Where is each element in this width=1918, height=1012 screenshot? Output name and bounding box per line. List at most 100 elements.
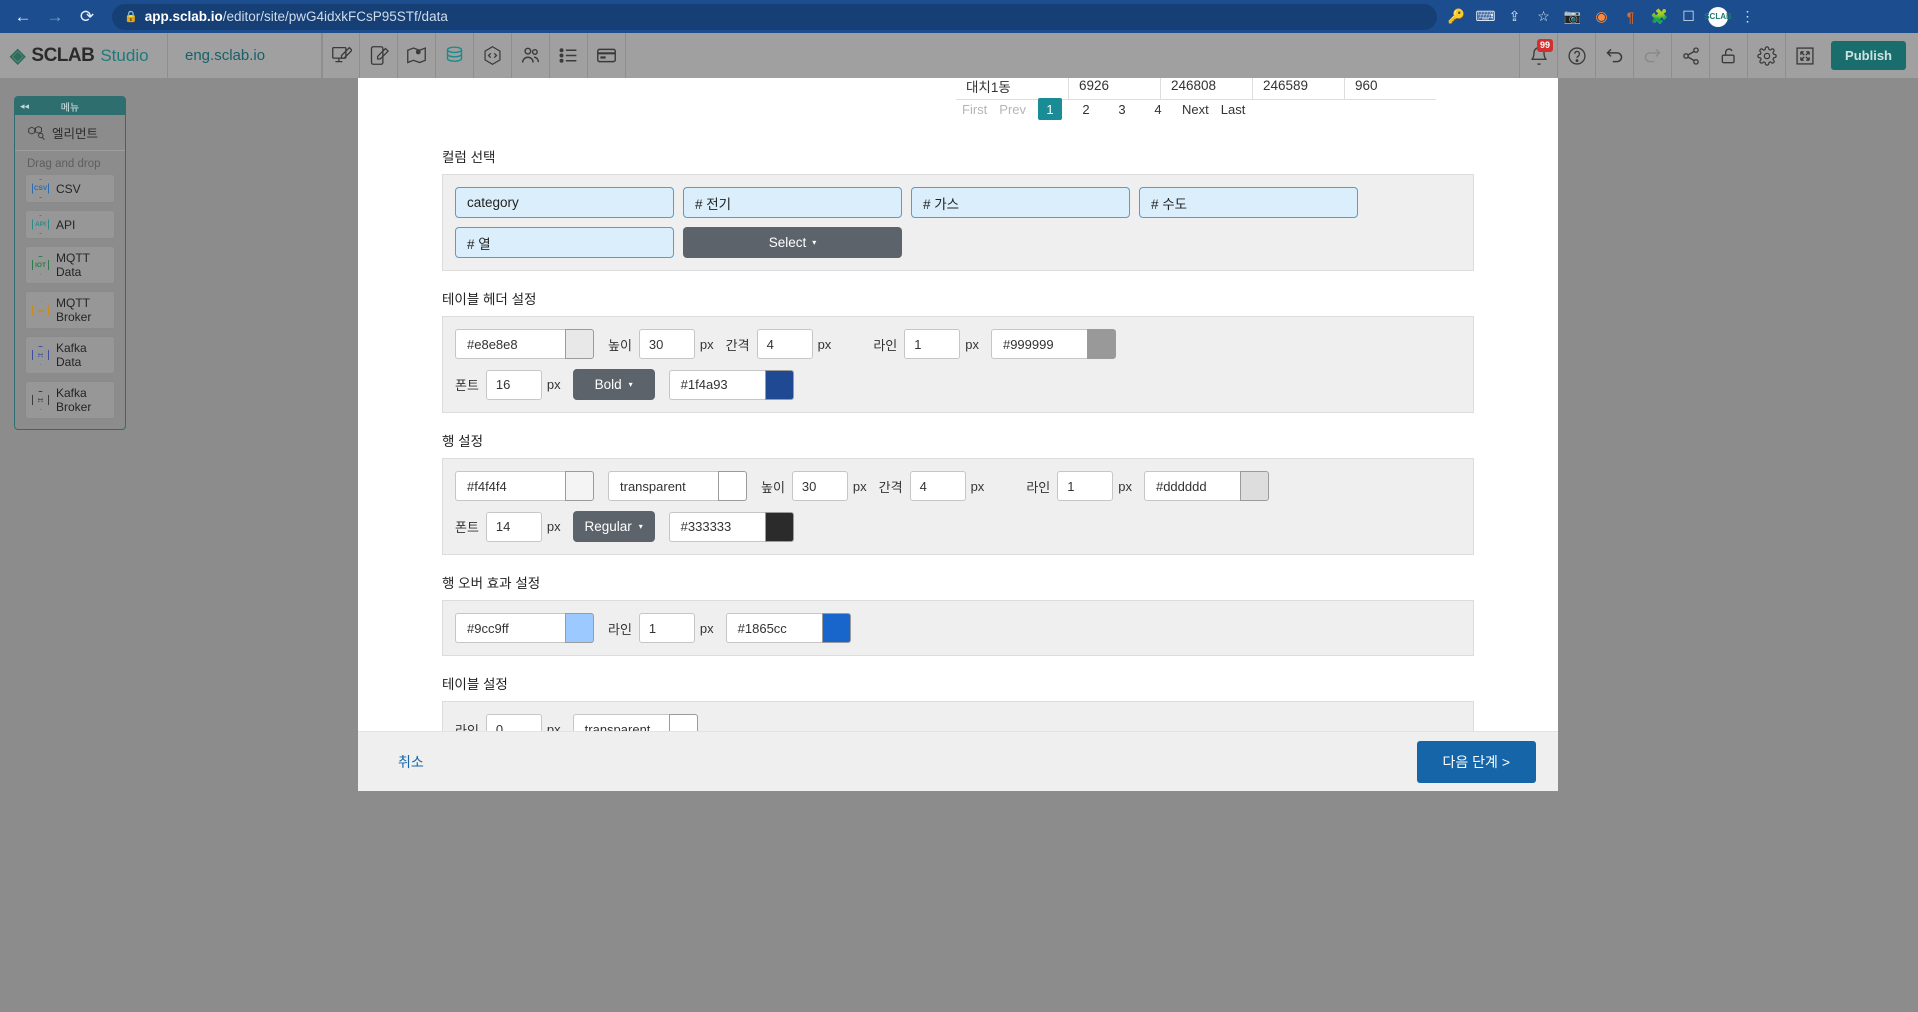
pagination-next[interactable]: Next (1182, 98, 1209, 120)
header-line-color-input[interactable]: #999999 (990, 329, 1087, 359)
card-icon[interactable] (588, 33, 626, 78)
translate-icon[interactable]: ⌨ (1472, 4, 1499, 30)
star-icon[interactable]: ☆ (1530, 4, 1557, 30)
sidebar-item-element[interactable]: 엘리먼트 (15, 115, 125, 151)
column-chip-gas[interactable]: # 가스 (911, 187, 1130, 218)
header-bg-color-field[interactable]: #e8e8e8 (455, 329, 594, 359)
row-bg-color-field[interactable]: #f4f4f4 (455, 471, 594, 501)
cancel-button[interactable]: 취소 (398, 752, 424, 772)
sidebar-item-mqtt-data[interactable]: IOT MQTT Data (25, 246, 115, 284)
undo-icon[interactable] (1595, 33, 1633, 78)
hover-line-color-field[interactable]: #1865cc (725, 613, 851, 643)
row-text-color-input[interactable]: #333333 (668, 511, 765, 542)
column-chip-heat[interactable]: # 열 (455, 227, 674, 258)
row-height-input[interactable]: 30 (791, 471, 848, 501)
design-editor-icon[interactable] (322, 33, 360, 78)
pagination-last[interactable]: Last (1221, 98, 1246, 120)
header-bg-color-swatch[interactable] (565, 329, 594, 359)
sidepanel-icon[interactable]: ☐ (1675, 4, 1702, 30)
chevron-double-left-icon[interactable]: ◂◂ (20, 101, 29, 112)
notification-bell-icon[interactable]: 99 (1519, 33, 1557, 78)
row-font-weight-dropdown[interactable]: Regular ▾ (572, 511, 655, 542)
header-line-input[interactable]: 1 (904, 329, 961, 359)
row-alt-bg-color-swatch[interactable] (718, 471, 747, 501)
column-chip-electricity[interactable]: # 전기 (683, 187, 902, 218)
table-line-color-swatch[interactable] (668, 714, 698, 731)
database-icon[interactable] (436, 33, 474, 78)
header-font-weight-dropdown[interactable]: Bold ▾ (572, 369, 655, 400)
header-text-color-field[interactable]: #1f4a93 (668, 369, 794, 400)
header-bg-color-input[interactable]: #e8e8e8 (455, 329, 565, 359)
pagination-page-1[interactable]: 1 (1038, 98, 1063, 120)
color-wheel-icon[interactable]: ◉ (1588, 4, 1615, 30)
header-text-color-input[interactable]: #1f4a93 (668, 369, 765, 400)
redo-icon[interactable] (1633, 33, 1671, 78)
hover-bg-color-input[interactable]: #9cc9ff (455, 613, 565, 643)
pagination-first[interactable]: First (962, 98, 987, 120)
header-height-input[interactable]: 30 (638, 329, 695, 359)
header-gap-input[interactable]: 4 (756, 329, 813, 359)
sidebar-item-kafka-data[interactable]: ∺ Kafka Data (25, 336, 115, 374)
row-gap-input[interactable]: 4 (909, 471, 966, 501)
site-name[interactable]: eng.sclab.io (168, 33, 322, 78)
key-icon[interactable]: 🔑 (1443, 4, 1470, 30)
publish-button[interactable]: Publish (1831, 41, 1906, 70)
share-icon[interactable]: ⇪ (1501, 4, 1528, 30)
kebab-menu-icon[interactable]: ⋮ (1734, 4, 1761, 30)
reload-icon[interactable]: ⟳ (72, 3, 102, 31)
app-logo[interactable]: ◈ SCLAB Studio (0, 33, 168, 78)
share-icon[interactable] (1671, 33, 1709, 78)
sidebar-item-mqtt-broker[interactable]: ☁ MQTT Broker (25, 291, 115, 329)
map-icon[interactable] (398, 33, 436, 78)
pagination-page-2[interactable]: 2 (1074, 98, 1098, 120)
next-step-button[interactable]: 다음 단계 > (1416, 740, 1536, 783)
column-chip-water[interactable]: # 수도 (1139, 187, 1358, 218)
list-icon[interactable] (550, 33, 588, 78)
row-alt-bg-color-field[interactable]: transparent (608, 471, 747, 501)
sidebar-item-kafka-broker[interactable]: ∺ Kafka Broker (25, 381, 115, 419)
row-bg-color-swatch[interactable] (565, 471, 594, 501)
paragraph-icon[interactable]: ¶ (1617, 4, 1644, 30)
address-bar[interactable]: 🔒 app.sclab.io/editor/site/pwG4idxkFCsP9… (112, 3, 1437, 30)
table-line-color-field[interactable]: transparent (572, 714, 698, 731)
hover-bg-color-field[interactable]: #9cc9ff (455, 613, 594, 643)
header-text-color-swatch[interactable] (764, 369, 794, 400)
sidebar-item-csv[interactable]: CSV CSV (25, 174, 115, 203)
row-line-input[interactable]: 1 (1057, 471, 1114, 501)
settings-gear-icon[interactable] (1747, 33, 1785, 78)
fullscreen-icon[interactable] (1785, 33, 1823, 78)
row-font-size-input[interactable]: 14 (485, 511, 542, 542)
puzzle-icon[interactable]: 🧩 (1646, 4, 1673, 30)
header-font-size-input[interactable]: 16 (485, 369, 542, 400)
table-line-input[interactable]: 0 (485, 714, 542, 731)
hover-line-color-input[interactable]: #1865cc (725, 613, 822, 643)
column-chip-category[interactable]: category (455, 187, 674, 218)
row-text-color-field[interactable]: #333333 (668, 511, 794, 542)
forward-icon[interactable]: → (40, 3, 70, 31)
hover-bg-color-swatch[interactable] (565, 613, 594, 643)
pagination-page-3[interactable]: 3 (1110, 98, 1134, 120)
hover-line-input[interactable]: 1 (638, 613, 695, 643)
row-line-color-field[interactable]: #dddddd (1143, 471, 1269, 501)
pagination-prev[interactable]: Prev (999, 98, 1026, 120)
unlock-icon[interactable] (1709, 33, 1747, 78)
members-icon[interactable] (512, 33, 550, 78)
pagination-page-4[interactable]: 4 (1146, 98, 1170, 120)
sidebar-item-api[interactable]: API API (25, 210, 115, 239)
hover-line-color-swatch[interactable] (821, 613, 851, 643)
page-editor-icon[interactable] (360, 33, 398, 78)
row-bg-color-input[interactable]: #f4f4f4 (455, 471, 565, 501)
help-icon[interactable] (1557, 33, 1595, 78)
avatar[interactable]: SCLAB (1704, 6, 1732, 27)
header-line-color-field[interactable]: #999999 (990, 329, 1116, 359)
row-text-color-swatch[interactable] (764, 511, 794, 542)
camera-icon[interactable]: 📷 (1559, 4, 1586, 30)
table-line-color-input[interactable]: transparent (572, 714, 669, 731)
back-icon[interactable]: ← (8, 3, 38, 31)
row-alt-bg-color-input[interactable]: transparent (608, 471, 718, 501)
header-line-color-swatch[interactable] (1086, 329, 1116, 359)
code-icon[interactable] (474, 33, 512, 78)
row-line-color-input[interactable]: #dddddd (1143, 471, 1240, 501)
row-line-color-swatch[interactable] (1239, 471, 1269, 501)
column-select-dropdown[interactable]: Select ▾ (683, 227, 902, 258)
